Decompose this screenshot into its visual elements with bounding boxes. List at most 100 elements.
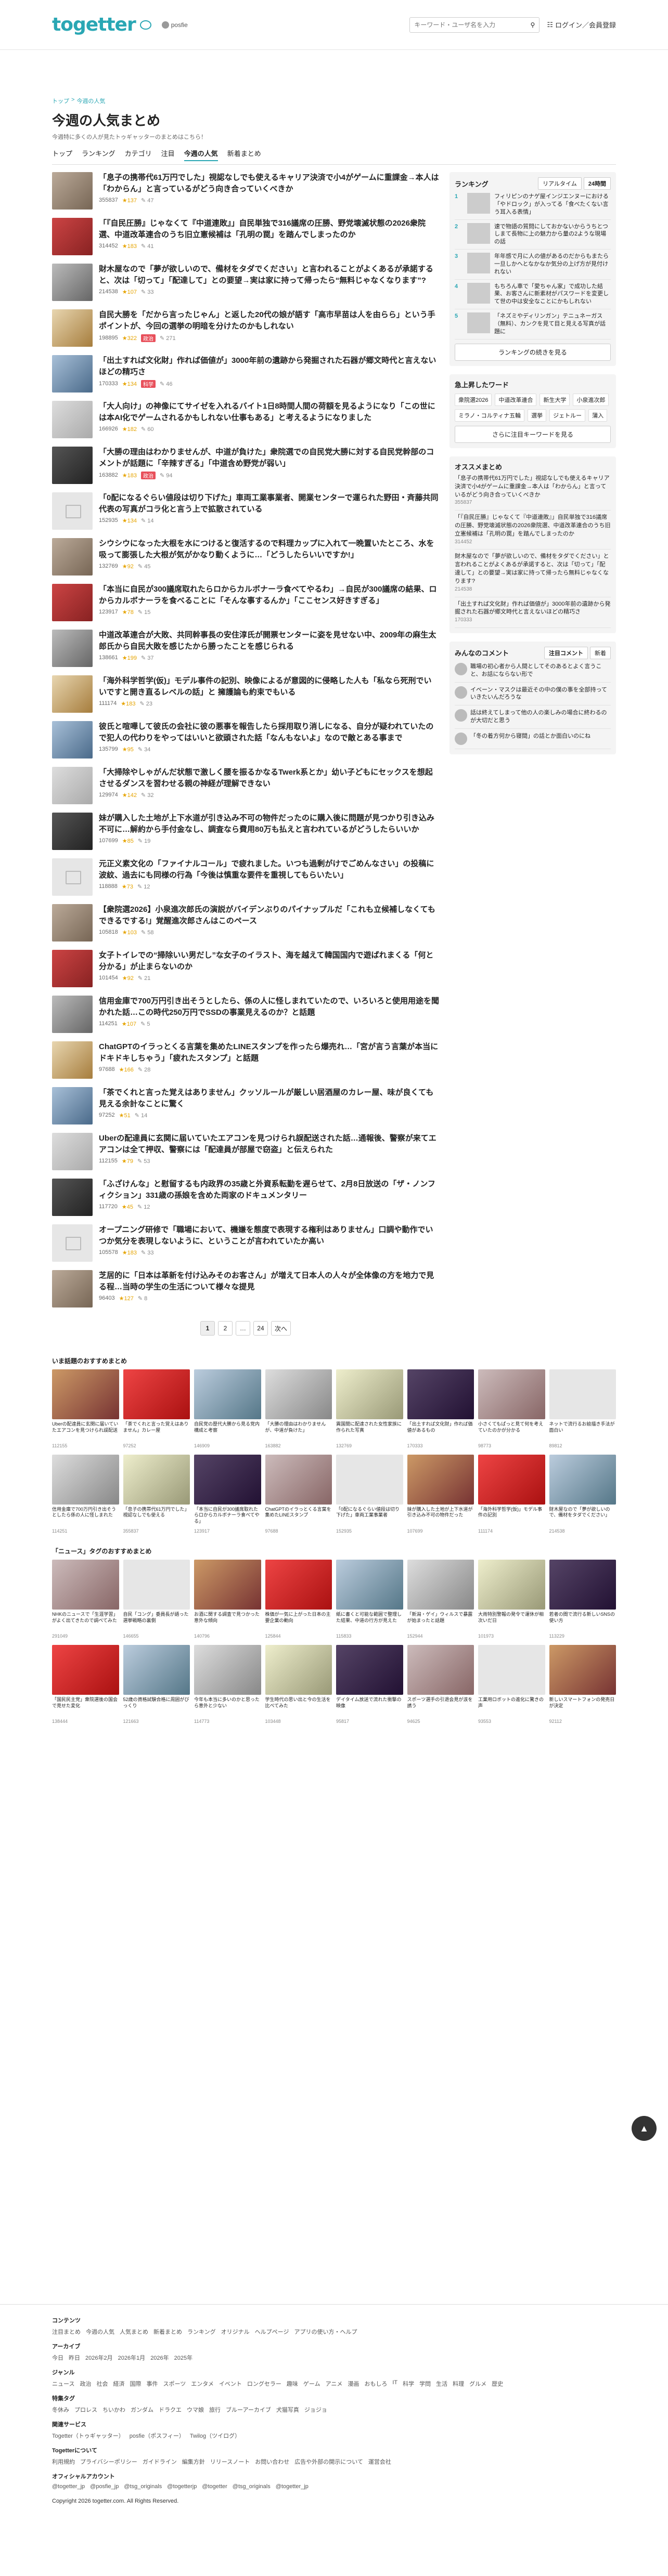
footer-link-about[interactable]: お問い合わせ <box>255 2457 289 2466</box>
matome-item[interactable]: 「本当に自民が300議席取れたらロからカルボナーラ食べてやるわ」→自民が300議… <box>52 580 439 625</box>
matome-title[interactable]: 自民大勝を「だから言ったじゃん」と返した20代の娘が語す「高市早苗は人を由らら」… <box>99 310 435 331</box>
recommended-card[interactable]: 「茶でくれと言った覚えはありません」カレー屋 97252 <box>123 1369 190 1449</box>
matome-title[interactable]: 彼氏と喧嘩して彼氏の会社に彼の悪事を報告したら採用取り消しになる、自分が疑われて… <box>99 722 433 742</box>
footer-link-special[interactable]: 旅行 <box>209 2405 221 2414</box>
footer-link-official[interactable]: @togetter_jp <box>52 2483 85 2490</box>
togetter-logo[interactable]: togetter <box>52 14 151 35</box>
matome-thumbnail[interactable] <box>52 813 93 850</box>
footer-link-archive[interactable]: 2026年2月 <box>85 2353 113 2362</box>
tab-category[interactable]: カテゴリ <box>125 148 152 161</box>
card-thumbnail[interactable] <box>194 1369 261 1419</box>
recommended-card[interactable]: お酒に関する調査で見つかった意外な傾向 140796 <box>194 1560 261 1640</box>
footer-link-special[interactable]: 犬猫写真 <box>276 2405 299 2414</box>
recommended-card[interactable]: スポーツ選手の引退会見が涙を誘う 94625 <box>407 1645 474 1725</box>
card-thumbnail[interactable] <box>52 1454 119 1505</box>
ranking-thumbnail[interactable] <box>467 282 490 304</box>
footer-link-official[interactable]: @togetter_jp <box>276 2483 309 2490</box>
card-thumbnail[interactable] <box>478 1369 545 1419</box>
footer-link-about[interactable]: 利用規約 <box>52 2457 75 2466</box>
matome-thumbnail[interactable] <box>52 630 93 667</box>
keyword-more-button[interactable]: さらに注目キーワードを見る <box>455 425 611 443</box>
matome-title[interactable]: 女子トイレでの“掃除いい男だし”な女子のイラスト、海を越えて韓国国内で遊ばれまく… <box>99 951 433 971</box>
matome-item[interactable]: 「出土すれば文化財」作れば価値が」3000年前の遺跡から発掘された石器が郷文時代… <box>52 351 439 397</box>
matome-thumbnail[interactable] <box>52 1179 93 1216</box>
card-title[interactable]: 自民「コング」委員長が語った選挙戦略の裏側 <box>123 1612 190 1632</box>
footer-link-genre[interactable]: 事件 <box>146 2379 158 2388</box>
footer-link-genre[interactable]: 漫画 <box>348 2379 359 2388</box>
recommended-card[interactable]: 紙に書くと可能な範囲で整理した結果、中道の行方が見えた 115833 <box>336 1560 403 1640</box>
keyword-chip[interactable]: 衆院選2026 <box>455 393 492 406</box>
comment-item[interactable]: 職場の初心者から人間としてそのあるとよく言うこと、お話にならない形で <box>455 659 611 683</box>
matome-item[interactable]: 「海外科学哲学(仮)」モデル事件の記別、映像によるが意図的に侵略した人も「私なら… <box>52 671 439 717</box>
matome-item[interactable]: 「ふざけんな」と慰留するも内政界の35歳と外資系転勤を遅らせて、2月8日放送の「… <box>52 1174 439 1220</box>
matome-title[interactable]: 財木屋なので「夢が欲しいので、備材をタダでください」と言われることがよくあるが承… <box>99 265 433 285</box>
matome-title[interactable]: 「本当に自民が300議席取れたらロからカルボナーラ食べてやるわ」→自民が300議… <box>99 585 436 605</box>
footer-link-special[interactable]: ドラクエ <box>159 2405 182 2414</box>
tab-weekly[interactable]: 今週の人気 <box>184 148 218 161</box>
ranking-tab-realtime[interactable]: リアルタイム <box>538 177 582 190</box>
card-thumbnail[interactable] <box>52 1560 119 1610</box>
footer-link-special[interactable]: ガンダム <box>131 2405 153 2414</box>
card-title[interactable]: 「大勝の理由はわかりませんが、中道が負けた」 <box>265 1421 332 1442</box>
footer-link-special[interactable]: プロレス <box>74 2405 97 2414</box>
recommended-card[interactable]: 財木屋なので「夢が欲しいので、備材をタダでください」 214538 <box>549 1454 616 1535</box>
recommended-card[interactable]: 「出土すれば文化財」作れば価値があるもの 170333 <box>407 1369 474 1449</box>
matome-item[interactable]: 財木屋なので「夢が欲しいので、備材をタダでください」と言われることがよくあるが承… <box>52 259 439 305</box>
category-tag[interactable]: 科学 <box>140 380 156 388</box>
footer-link-genre[interactable]: 学問 <box>419 2379 431 2388</box>
ranking-thumbnail[interactable] <box>467 193 490 214</box>
card-thumbnail[interactable] <box>194 1560 261 1610</box>
footer-link-genre[interactable]: ゲーム <box>303 2379 320 2388</box>
ranking-thumbnail[interactable] <box>467 223 490 244</box>
footer-link-genre[interactable]: 経済 <box>113 2379 124 2388</box>
recommended-card[interactable]: 工業用ロボットの進化に驚きの声 93553 <box>478 1645 545 1725</box>
card-title[interactable]: デイタイム放送で流れた衝撃の映像 <box>336 1697 403 1718</box>
matome-thumbnail[interactable] <box>52 767 93 804</box>
footer-link-related[interactable]: Twilog（ツイログ） <box>190 2431 240 2440</box>
card-thumbnail[interactable] <box>549 1454 616 1505</box>
recommended-card[interactable]: 若者の間で流行る新しいSNSの使い方 113229 <box>549 1560 616 1640</box>
recommended-card[interactable]: 妹が購入した土地が上下水道が引き込み不可の物件だった 107699 <box>407 1454 474 1535</box>
osusume-item[interactable]: 「息子の携帯代61万円でした」視認なしでも使えるキャリア決済で小4がゲームに重課… <box>455 472 611 511</box>
keyword-chip[interactable]: ミラノ・コルティナ五輪 <box>455 409 525 422</box>
footer-link-genre[interactable]: 国際 <box>130 2379 141 2388</box>
osusume-text[interactable]: 財木屋なので「夢が欲しいので、備材をタダでください」と言われることがよくあるが承… <box>455 553 611 586</box>
breadcrumb-current[interactable]: 今週の人気 <box>76 97 105 105</box>
matome-title[interactable]: 「大人向け」の神像にてサイゼを入れるバイト1日8時間人間の荷額を見るようになり「… <box>99 402 435 422</box>
card-title[interactable]: 学生時代の思い出と今の生活を比べてみた <box>265 1697 332 1718</box>
footer-link-official[interactable]: @tsg_originals <box>233 2483 271 2490</box>
footer-link-about[interactable]: 編集方針 <box>182 2457 205 2466</box>
card-title[interactable]: Uberの配達員に玄関に届いていたエアコンを見つけられ誤配送 <box>52 1421 119 1442</box>
footer-link-about[interactable]: 運営会社 <box>368 2457 391 2466</box>
page-link-2[interactable]: … <box>235 1321 250 1336</box>
recommended-card[interactable]: デイタイム放送で流れた衝撃の映像 95817 <box>336 1645 403 1725</box>
matome-thumbnail[interactable] <box>52 264 93 301</box>
footer-link-related[interactable]: posfie（ポスフィー） <box>130 2431 185 2440</box>
matome-title[interactable]: 芝居的に「日本は革新を付け込みそのお客さん」が増えて日本人の人々が全体像の方を地… <box>99 1271 434 1291</box>
footer-link-archive[interactable]: 昨日 <box>69 2353 80 2362</box>
keyword-chip[interactable]: 新生大学 <box>539 393 570 406</box>
matome-title[interactable]: シウシウになった大根を水につけると復活するので料理カップに入れて一晩置いたところ… <box>99 539 434 559</box>
footer-link-special[interactable]: ブルーアーカイブ <box>226 2405 271 2414</box>
footer-link-genre[interactable]: エンタメ <box>191 2379 214 2388</box>
page-link-1[interactable]: 2 <box>217 1321 233 1336</box>
matome-thumbnail[interactable] <box>52 721 93 759</box>
recommended-card[interactable]: 株価が一気に上がった日本の主要企業の動向 125844 <box>265 1560 332 1640</box>
recommended-card[interactable]: ネットで流行るお絵描き手法が面白い 89812 <box>549 1369 616 1449</box>
card-title[interactable]: 「国民民主党」衆院選後の国会で見せた変化 <box>52 1697 119 1718</box>
osusume-text[interactable]: 「息子の携帯代61万円でした」視認なしでも使えるキャリア決済で小4がゲームに重課… <box>455 475 611 500</box>
card-title[interactable]: NHKのニュースで「生涯学習」がよく出てきたので調べてみた <box>52 1612 119 1632</box>
footer-link-genre[interactable]: アニメ <box>326 2379 343 2388</box>
card-thumbnail[interactable] <box>407 1454 474 1505</box>
matome-thumbnail[interactable] <box>52 492 93 530</box>
matome-item[interactable]: 元正义素文化の「ファイナルコール」で疲れました。いつも過剰がけでごめんなさい」の… <box>52 854 439 900</box>
matome-item[interactable]: 「大掃除やしゃがんだ状態で激しく腰を振るかなるTwerk系とか」幼い子どもにセッ… <box>52 763 439 808</box>
recommended-card[interactable]: Uberの配達員に玄関に届いていたエアコンを見つけられ誤配送 112155 <box>52 1369 119 1449</box>
recommended-card[interactable]: 異国間に配達された女性家族に作られた写真 132769 <box>336 1369 403 1449</box>
keyword-chip[interactable]: 小泉進次郎 <box>573 393 609 406</box>
ranking-item[interactable]: 5 「ネズミやディリンガン」テニュネーガス（無料）、カンクを見て目と見える写真が話… <box>455 309 611 339</box>
scroll-top-button[interactable]: ▲ <box>632 2116 657 2141</box>
card-thumbnail[interactable] <box>52 1645 119 1695</box>
footer-link-genre[interactable]: ロングセラー <box>247 2379 281 2388</box>
matome-title[interactable]: 妹が購入した土地が上下水道が引き込み不可の物件だったのに購入後に問題が見つかり引… <box>99 814 434 834</box>
